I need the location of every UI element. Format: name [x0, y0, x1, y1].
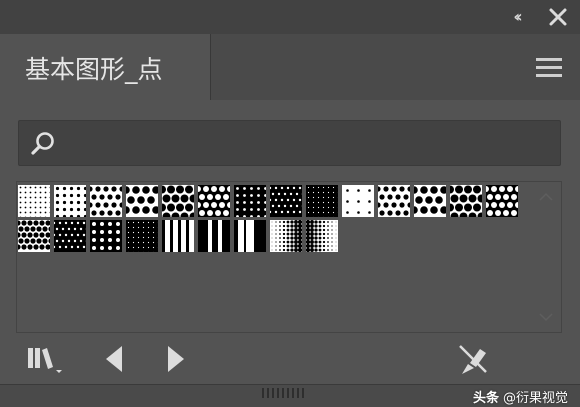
- swatch-dot-large[interactable]: [414, 185, 446, 217]
- swatch-dot-large[interactable]: [126, 185, 158, 217]
- double-chevron-left-icon: ‹‹: [513, 7, 518, 26]
- swatch-dot-small[interactable]: [54, 185, 86, 217]
- panel-titlebar: ‹‹: [0, 0, 580, 34]
- swatch-dot-dark-medium[interactable]: [54, 220, 86, 252]
- swatch-dot-dark-fine[interactable]: [126, 220, 158, 252]
- watermark-logo: 头条: [473, 387, 499, 406]
- resize-strip: 头条 @衍果视觉: [0, 384, 580, 407]
- swatch-gradient-dots-left[interactable]: [270, 220, 302, 252]
- panel-footer: [0, 336, 580, 382]
- triangle-left-icon: [103, 344, 125, 374]
- swatch-dot-dark-fine[interactable]: [306, 185, 338, 217]
- swatch-grid: [18, 185, 538, 255]
- swatch-dot-medium[interactable]: [90, 185, 122, 217]
- tab-label: 基本图形_点: [25, 50, 163, 86]
- swatch-dot-dark-medium[interactable]: [270, 185, 302, 217]
- swatch-dot-dark-large[interactable]: [90, 220, 122, 252]
- break-link-icon: [456, 342, 490, 376]
- search-box[interactable]: [18, 120, 561, 166]
- panel-tabstrip: 基本图形_点: [0, 34, 580, 100]
- swatch-dot-hex-dark[interactable]: [18, 220, 50, 252]
- swatch-dot-hex[interactable]: [198, 185, 230, 217]
- swatch-libraries-menu-button[interactable]: [26, 342, 70, 376]
- collapse-panel-button[interactable]: ‹‹: [504, 6, 528, 28]
- swatch-dot-medium[interactable]: [378, 185, 410, 217]
- scroll-down-arrow-icon[interactable]: [539, 312, 553, 322]
- search-input[interactable]: [65, 127, 549, 161]
- triangle-right-icon: [165, 344, 187, 374]
- scroll-up-arrow-icon[interactable]: [539, 192, 553, 202]
- swatch-library-icon: [26, 342, 70, 376]
- previous-library-button[interactable]: [103, 344, 125, 374]
- tab-basic-graphics-dots[interactable]: 基本图形_点: [0, 34, 210, 100]
- search-icon: [29, 130, 57, 158]
- break-link-button[interactable]: [456, 342, 490, 376]
- swatch-dot-hex[interactable]: [486, 185, 518, 217]
- swatch-stripes-vertical-mixed[interactable]: [234, 220, 266, 252]
- hamburger-menu-icon: [536, 58, 562, 77]
- swatch-gradient-dots-right[interactable]: [306, 220, 338, 252]
- swatch-dot-fine[interactable]: [18, 185, 50, 217]
- tab-strip-empty-area: [210, 34, 580, 100]
- watermark: 头条 @衍果视觉: [473, 387, 568, 405]
- panel-menu-button[interactable]: [536, 58, 562, 78]
- swatch-dot-sparse[interactable]: [342, 185, 374, 217]
- swatch-list: [16, 181, 562, 333]
- swatch-stripes-vertical[interactable]: [162, 220, 194, 252]
- close-icon: [546, 5, 570, 29]
- close-panel-button[interactable]: [546, 5, 570, 29]
- next-library-button[interactable]: [165, 344, 187, 374]
- watermark-handle: @衍果视觉: [503, 387, 568, 406]
- swatch-stripes-vertical-wide[interactable]: [198, 220, 230, 252]
- swatch-dot-xlarge[interactable]: [162, 185, 194, 217]
- swatch-dot-dark-small[interactable]: [234, 185, 266, 217]
- swatch-dot-xlarge[interactable]: [450, 185, 482, 217]
- resize-grip[interactable]: [262, 388, 306, 398]
